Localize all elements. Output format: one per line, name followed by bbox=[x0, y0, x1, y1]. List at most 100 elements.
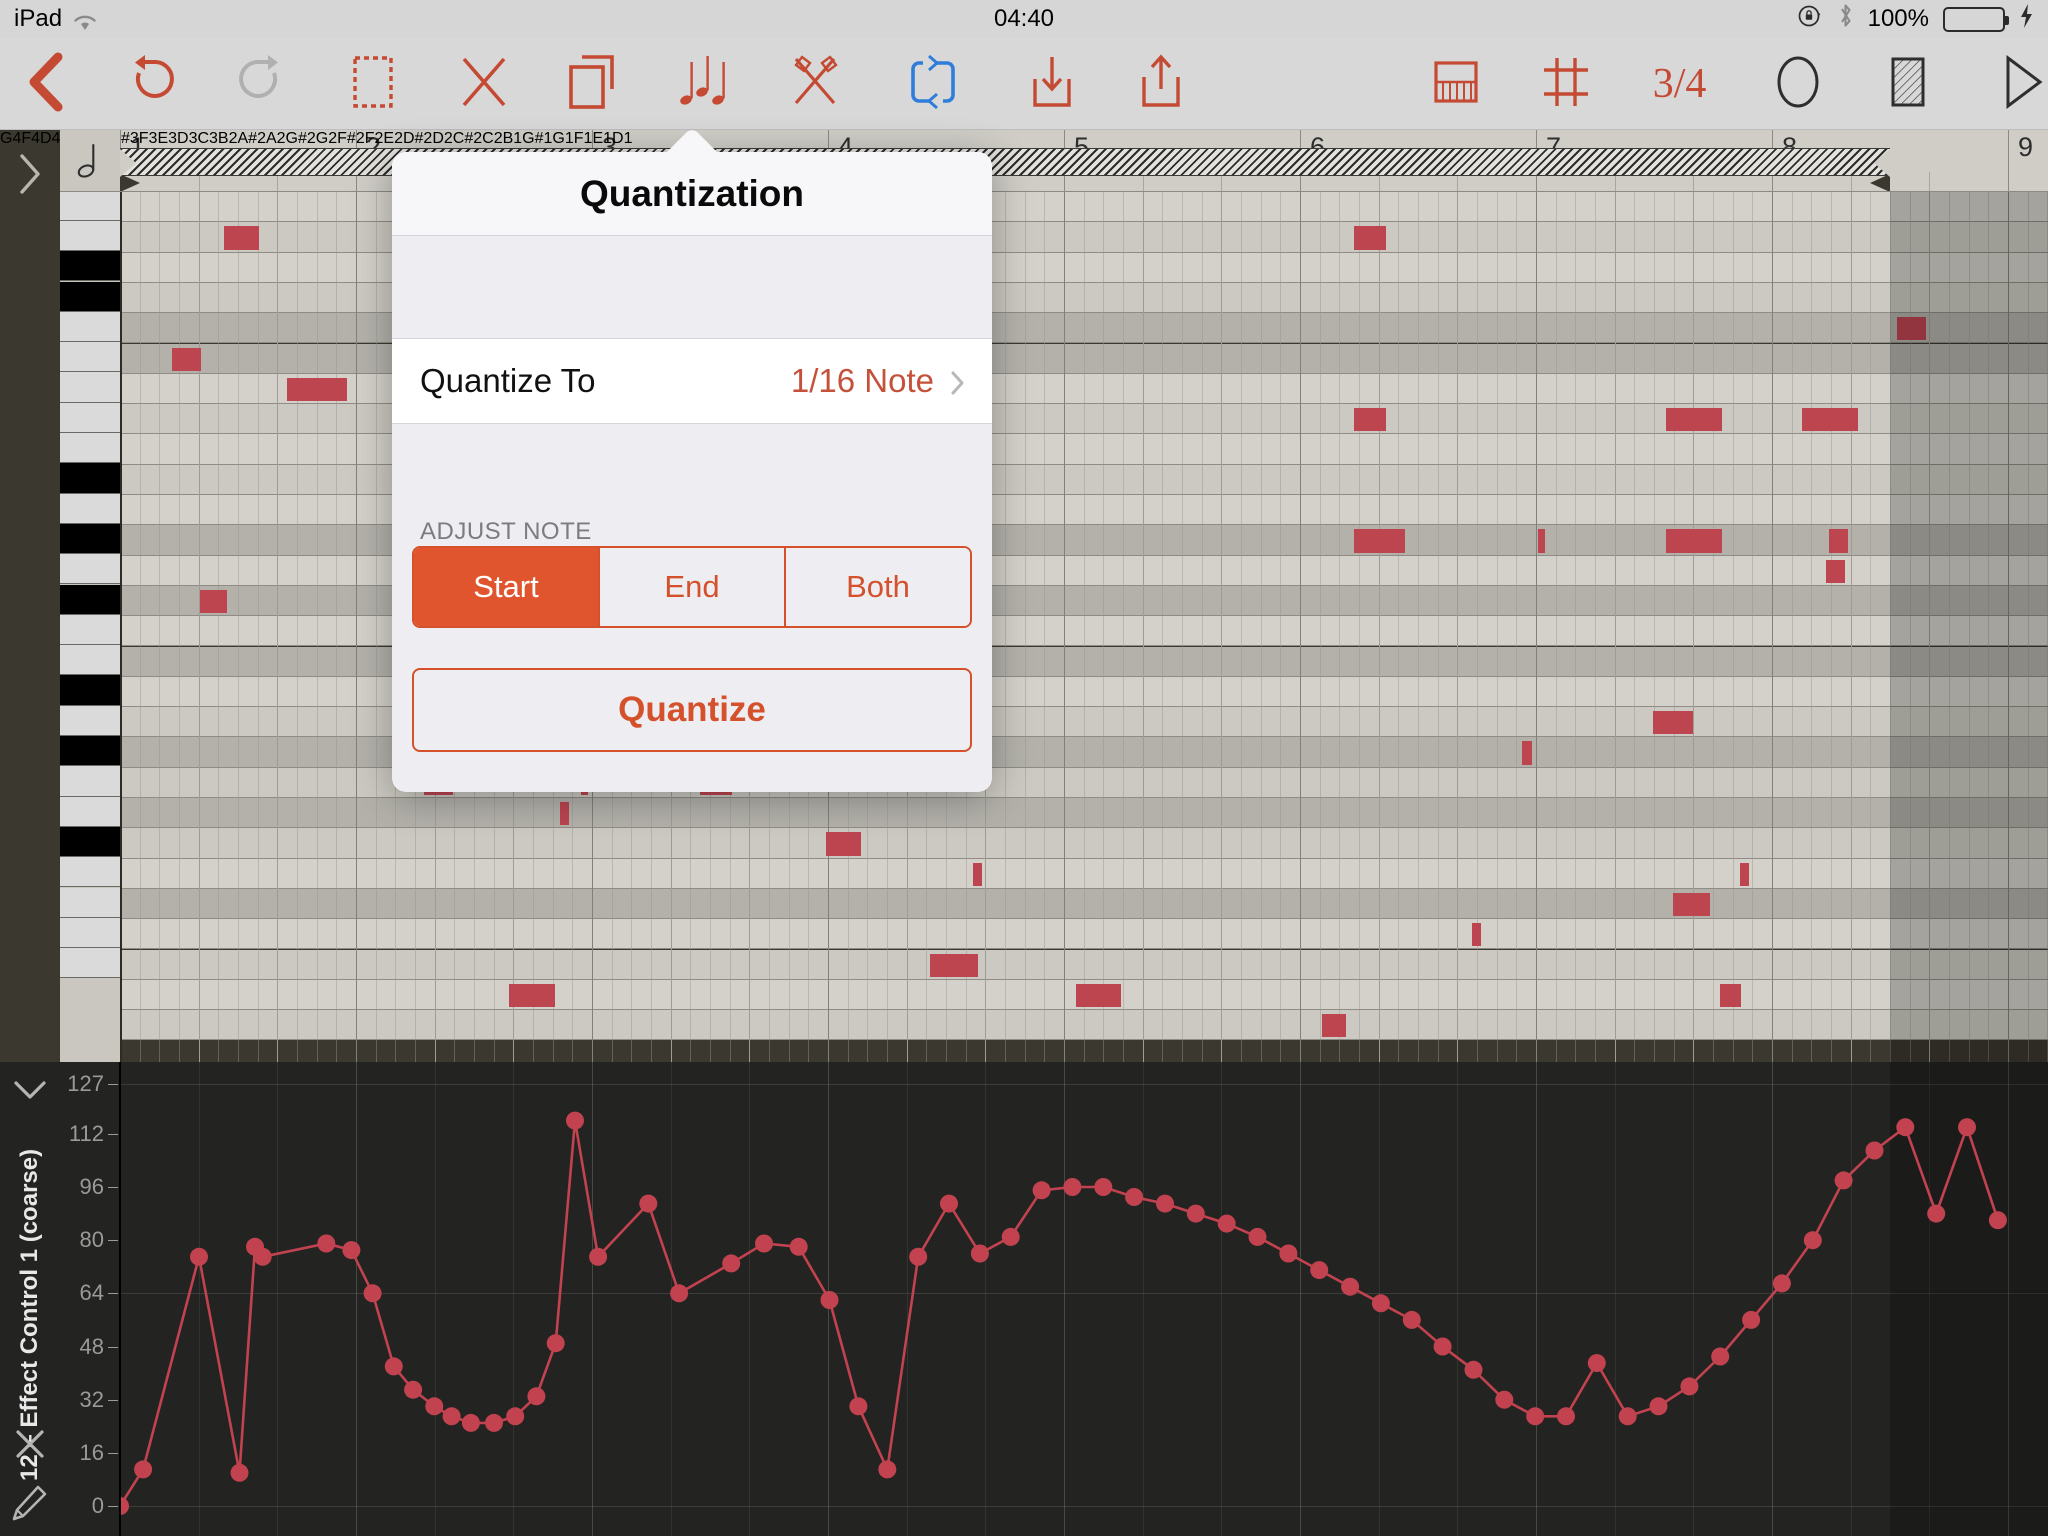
piano-key[interactable] bbox=[60, 584, 120, 615]
automation-point[interactable] bbox=[120, 1497, 129, 1515]
undo-button[interactable] bbox=[112, 38, 192, 130]
midi-note[interactable] bbox=[1354, 226, 1387, 250]
midi-note[interactable] bbox=[1826, 559, 1845, 583]
automation-point[interactable] bbox=[566, 1111, 584, 1130]
midi-note[interactable] bbox=[930, 953, 979, 977]
midi-note[interactable] bbox=[1739, 862, 1749, 886]
midi-note[interactable] bbox=[826, 832, 862, 856]
automation-point[interactable] bbox=[1680, 1377, 1699, 1396]
time-signature[interactable]: 3/4 bbox=[1640, 38, 1720, 130]
adjust-note-option-both[interactable]: Both bbox=[786, 548, 970, 626]
piano-key[interactable] bbox=[60, 281, 120, 312]
automation-point[interactable] bbox=[1988, 1211, 2007, 1230]
automation-point[interactable] bbox=[1557, 1407, 1575, 1426]
midi-note[interactable] bbox=[1666, 529, 1723, 553]
piano-key[interactable] bbox=[60, 917, 120, 949]
automation-point[interactable] bbox=[1803, 1231, 1822, 1250]
automation-point[interactable] bbox=[1032, 1181, 1051, 1200]
piano-key[interactable] bbox=[60, 433, 120, 464]
piano-key[interactable] bbox=[60, 705, 120, 736]
automation-point[interactable] bbox=[190, 1247, 208, 1266]
piano-keyboard[interactable] bbox=[60, 130, 120, 1062]
midi-note[interactable] bbox=[199, 589, 227, 614]
automation-point[interactable] bbox=[404, 1380, 423, 1399]
automation-point[interactable] bbox=[1279, 1244, 1298, 1263]
automation-point[interactable] bbox=[639, 1194, 658, 1213]
piano-key[interactable] bbox=[60, 948, 120, 979]
export-button[interactable] bbox=[1121, 38, 1201, 130]
pencil-icon[interactable] bbox=[8, 1482, 50, 1529]
collapse-lane-button[interactable] bbox=[10, 1076, 50, 1109]
automation-point[interactable] bbox=[485, 1413, 503, 1432]
automation-point[interactable] bbox=[342, 1241, 361, 1260]
automation-point[interactable] bbox=[1587, 1354, 1606, 1373]
automation-point[interactable] bbox=[789, 1237, 808, 1256]
adjust-note-option-start[interactable]: Start bbox=[414, 548, 600, 626]
metronome-button[interactable] bbox=[1868, 38, 1948, 130]
automation-point[interactable] bbox=[1341, 1277, 1360, 1296]
automation-point[interactable] bbox=[1217, 1214, 1236, 1233]
automation-point[interactable] bbox=[1464, 1360, 1483, 1379]
automation-point[interactable] bbox=[1649, 1397, 1668, 1416]
midi-note[interactable] bbox=[1075, 983, 1122, 1008]
duplicate-button[interactable] bbox=[553, 38, 633, 130]
automation-point[interactable] bbox=[527, 1387, 546, 1406]
loop-region[interactable] bbox=[120, 148, 1890, 177]
automation-point[interactable] bbox=[1371, 1294, 1390, 1313]
automation-point[interactable] bbox=[940, 1194, 958, 1213]
automation-point[interactable] bbox=[1248, 1227, 1267, 1246]
automation-point[interactable] bbox=[1896, 1118, 1915, 1137]
midi-note[interactable] bbox=[1896, 317, 1927, 341]
piano-key[interactable] bbox=[60, 342, 120, 373]
automation-point[interactable] bbox=[253, 1247, 272, 1266]
automation-point[interactable] bbox=[1742, 1310, 1761, 1329]
automation-point[interactable] bbox=[230, 1463, 249, 1482]
automation-point[interactable] bbox=[820, 1291, 839, 1309]
midi-note[interactable] bbox=[1522, 741, 1532, 765]
piano-key[interactable] bbox=[60, 766, 120, 797]
play-button[interactable] bbox=[1983, 38, 2048, 130]
automation-point[interactable] bbox=[1495, 1390, 1514, 1409]
automation-point[interactable] bbox=[1958, 1118, 1976, 1137]
midi-note[interactable] bbox=[559, 802, 570, 826]
automation-point[interactable] bbox=[1001, 1227, 1020, 1246]
midi-note[interactable] bbox=[1471, 923, 1481, 947]
redo-button[interactable] bbox=[221, 38, 301, 130]
piano-key[interactable] bbox=[60, 675, 120, 706]
automation-point[interactable] bbox=[670, 1284, 689, 1303]
select-button[interactable] bbox=[333, 38, 413, 130]
piano-key[interactable] bbox=[60, 372, 120, 403]
automation-point[interactable] bbox=[755, 1234, 773, 1253]
loop-button[interactable] bbox=[893, 38, 973, 130]
automation-point[interactable] bbox=[425, 1397, 444, 1416]
automation-point[interactable] bbox=[1402, 1310, 1421, 1329]
loop-start-handle[interactable] bbox=[120, 149, 136, 177]
midi-note[interactable] bbox=[1672, 892, 1711, 917]
piano-key[interactable] bbox=[60, 523, 120, 555]
midi-note[interactable] bbox=[1828, 529, 1848, 553]
midi-note[interactable] bbox=[1354, 408, 1387, 432]
automation-point[interactable] bbox=[1156, 1194, 1174, 1213]
automation-point[interactable] bbox=[1711, 1347, 1730, 1366]
automation-point[interactable] bbox=[1125, 1188, 1144, 1206]
import-button[interactable] bbox=[1012, 38, 1092, 130]
midi-note[interactable] bbox=[1322, 1014, 1347, 1038]
back-button[interactable] bbox=[8, 38, 88, 130]
automation-point[interactable] bbox=[722, 1254, 741, 1273]
loop-end-handle[interactable] bbox=[1874, 149, 1890, 177]
midi-note[interactable] bbox=[1354, 529, 1405, 553]
automation-point[interactable] bbox=[442, 1407, 461, 1426]
piano-key[interactable] bbox=[60, 614, 120, 646]
quantize-button[interactable] bbox=[666, 38, 746, 130]
piano-key[interactable] bbox=[60, 463, 120, 494]
split-button[interactable] bbox=[776, 38, 856, 130]
automation-point[interactable] bbox=[878, 1460, 897, 1479]
grid-snap-button[interactable] bbox=[1526, 38, 1606, 130]
automation-point[interactable] bbox=[1310, 1261, 1329, 1280]
piano-key[interactable] bbox=[60, 857, 120, 888]
adjust-note-segmented-control[interactable]: Start End Both bbox=[412, 546, 972, 628]
piano-key[interactable] bbox=[60, 493, 120, 524]
note-value-indicator[interactable] bbox=[60, 130, 120, 192]
automation-point[interactable] bbox=[1063, 1178, 1082, 1196]
automation-point[interactable] bbox=[546, 1334, 565, 1353]
